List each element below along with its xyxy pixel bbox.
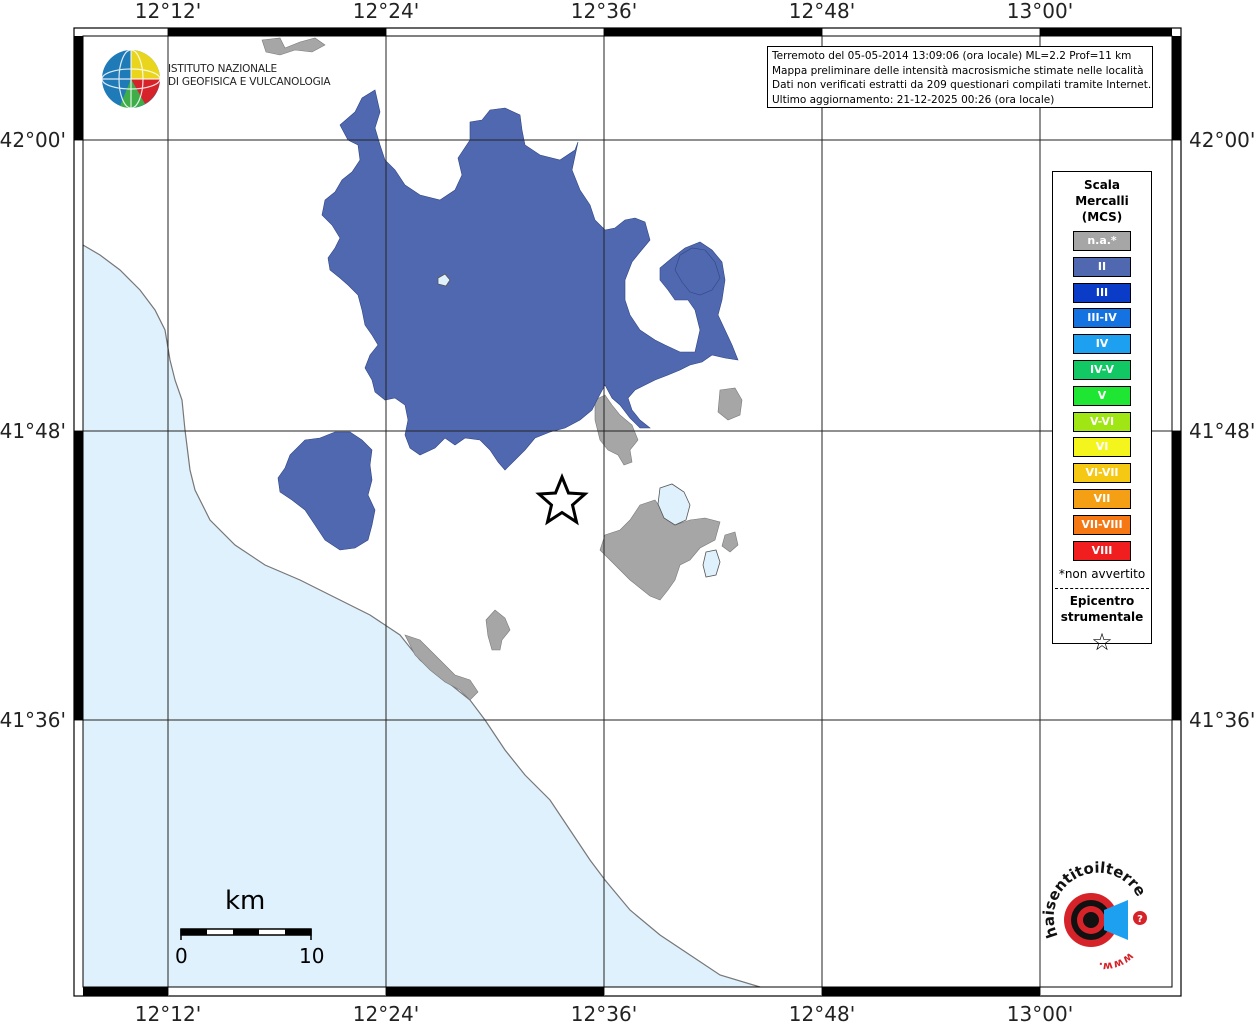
legend-item: III-IV [1073, 308, 1131, 329]
lat-labels-right: 42°00' 41°48' 41°36' [1189, 128, 1254, 732]
frame-band-right [1172, 431, 1181, 720]
epicenter-star [535, 473, 589, 526]
legend-item: n.a.* [1073, 231, 1131, 251]
scale-bar-start: 0 [175, 944, 188, 968]
scale-bar-segment [233, 929, 259, 935]
grey-area-pomezia [485, 609, 511, 651]
lat-label: 41°48' [1189, 419, 1254, 443]
lon-label: 12°36' [571, 0, 637, 23]
haisentito-www-text: www. [1098, 950, 1136, 973]
grey-area-north [261, 37, 326, 56]
lat-label: 42°00' [0, 128, 66, 152]
ingv-globe-icon [101, 49, 161, 109]
intensity-legend: Scala Mercalli (MCS) n.a.* II III III-IV IV I… [1052, 171, 1152, 655]
legend-title-line: Scala [1083, 178, 1121, 192]
lat-labels-left: 42°00' 41°48' 41°36' [0, 128, 66, 732]
legend-title-line: Mercalli [1075, 194, 1129, 208]
legend-item: VI [1073, 437, 1131, 458]
lon-label: 13°00' [1007, 0, 1073, 23]
ingv-org-line1: ISTITUTO NAZIONALE [168, 63, 277, 75]
scale-bar-segment [181, 929, 207, 935]
legend-title-line: (MCS) [1081, 210, 1123, 224]
legend-list: n.a.* II III III-IV IV IV-V V V-VI VI VI-VII VII VI… [1053, 231, 1151, 561]
frame-band-top [604, 28, 822, 36]
legend-item: II [1073, 256, 1131, 277]
legend-title: Scala Mercalli (MCS) [1053, 177, 1151, 225]
grey-area-castelli [599, 499, 721, 601]
svg-text:www.: www. [1098, 950, 1136, 973]
ingv-org-name: ISTITUTO NAZIONALE DI GEOFISICA E VULCAN… [168, 63, 331, 89]
legend-epicenter-line: Epicentro [1069, 593, 1135, 608]
legend-item: VII [1073, 488, 1131, 509]
lon-label: 12°24' [353, 1002, 419, 1024]
grey-area-small-1 [721, 531, 739, 553]
event-info-line: Ultimo aggiornamento: 21-12-2025 00:26 (… [772, 93, 1055, 106]
lat-label: 42°00' [1189, 128, 1254, 152]
event-info-line: Mappa preliminare delle intensità macros… [772, 64, 1144, 77]
frame-band-bottom [83, 987, 168, 996]
legend-divider [1055, 587, 1149, 589]
legend-item: V-VI [1073, 411, 1131, 432]
grey-area-frascati-east [717, 387, 743, 421]
legend-epicenter-line: strumentale [1060, 609, 1144, 624]
scale-bar-end: 10 [299, 944, 325, 968]
lon-label: 12°12' [135, 1002, 201, 1024]
svg-text:?: ? [1137, 914, 1143, 925]
intensity-II-areas [277, 89, 739, 551]
frame-band-top [1040, 28, 1172, 36]
event-info-line: Terremoto del 05-05-2014 13:09:06 (ora l… [772, 50, 1132, 62]
lat-label: 41°36' [1189, 708, 1254, 732]
frame-band-left [74, 431, 83, 720]
scale-bar-unit: km [225, 886, 266, 916]
event-info-line: Dati non verificati estratti da 209 ques… [772, 79, 1152, 91]
lake-nemi [702, 549, 721, 578]
ingv-org-line2: DI GEOFISICA E VULCANOLOGIA [168, 76, 331, 88]
legend-item: III [1073, 282, 1131, 303]
intensity-area-west [277, 431, 376, 551]
lat-label: 41°36' [0, 708, 66, 732]
legend-item: VIII [1073, 540, 1131, 561]
lon-label: 13°00' [1007, 1002, 1073, 1024]
event-info-box: Terremoto del 05-05-2014 13:09:06 (ora l… [767, 46, 1153, 108]
frame-band-left [74, 36, 83, 140]
legend-epicenter-label: Epicentro strumentale [1053, 593, 1151, 625]
haisentito-logo-icon: haisentitoilterremoto.it www. ? [1036, 858, 1150, 973]
legend-item: IV-V [1073, 359, 1131, 380]
intensity-area-rome [321, 89, 739, 471]
legend-item: VII-VIII [1073, 514, 1131, 535]
legend-item: IV [1073, 334, 1131, 355]
lat-label: 41°48' [0, 419, 66, 443]
legend-item: VI-VII [1073, 463, 1131, 484]
lon-labels-top: 12°12' 12°24' 12°36' 12°48' 13°00' [135, 0, 1073, 23]
frame-band-bottom [386, 987, 604, 996]
lon-labels-bottom: 12°12' 12°24' 12°36' 12°48' 13°00' [135, 1002, 1073, 1024]
legend-star-icon: ☆ [1091, 627, 1113, 656]
lon-label: 12°48' [789, 0, 855, 23]
legend-note: *non avvertito [1058, 566, 1146, 581]
lon-label: 12°36' [571, 1002, 637, 1024]
frame-band-bottom [822, 987, 1040, 996]
lon-label: 12°24' [353, 0, 419, 23]
scale-bar-segment [285, 929, 311, 935]
frame-band-top [168, 28, 386, 36]
lon-label: 12°12' [135, 0, 201, 23]
legend-item: V [1073, 385, 1131, 406]
grey-area-ciampino [594, 394, 639, 466]
frame-band-right [1172, 36, 1181, 140]
lon-label: 12°48' [789, 1002, 855, 1024]
